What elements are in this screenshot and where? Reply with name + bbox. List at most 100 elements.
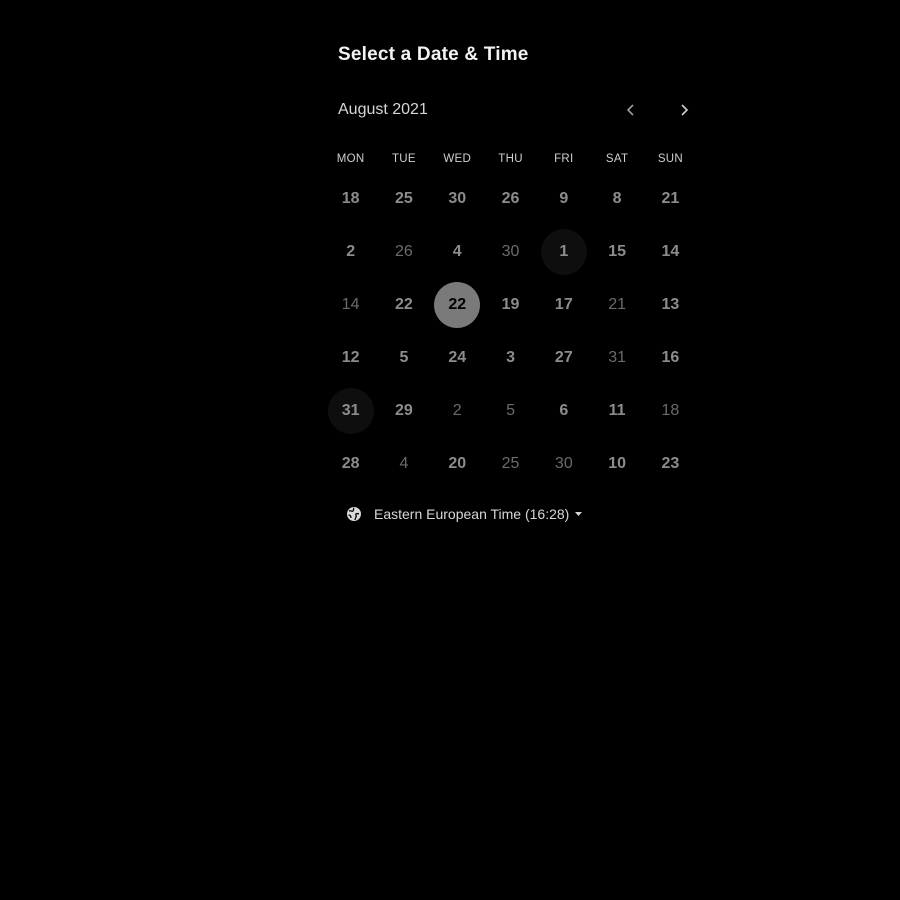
chevron-left-icon [626,104,634,116]
day-number: 15 [608,242,627,260]
day-number: 10 [608,454,627,472]
weekday-header: THU [498,153,523,165]
day-number: 29 [395,401,413,419]
day-cell[interactable]: 19 [484,278,537,331]
day-cell[interactable]: 6 [537,384,590,437]
day-number: 5 [399,348,409,366]
day-cell[interactable]: 26 [484,172,537,225]
day-cell[interactable]: 12 [324,331,377,384]
day-cell: 21 [590,278,643,331]
page-title: Select a Date & Time [338,44,529,65]
day-cell[interactable]: 21 [644,172,697,225]
day-number: 5 [506,401,515,419]
day-number: 31 [327,387,374,434]
day-cell[interactable]: 20 [431,437,484,490]
day-number: 4 [452,242,462,260]
weekday-header: TUE [391,153,416,165]
day-cell[interactable]: 2 [324,225,377,278]
day-number: 14 [661,242,680,260]
day-number: 25 [501,454,520,472]
day-cell[interactable]: 8 [590,172,643,225]
day-cell[interactable]: 10 [590,437,643,490]
day-number: 13 [661,295,680,313]
day-cell[interactable]: 23 [644,437,697,490]
day-number: 16 [661,348,680,366]
day-cell[interactable]: 22 [377,278,430,331]
day-number: 2 [452,401,462,419]
day-number: 12 [341,348,360,366]
day-number: 31 [608,348,627,366]
day-cell[interactable]: 24 [431,331,484,384]
weekday-header: SAT [605,153,629,165]
day-number: 14 [341,295,360,313]
day-number: 30 [448,189,467,207]
day-cell: 4 [377,437,430,490]
day-number: 24 [448,348,467,366]
day-cell[interactable]: 31 [324,384,377,437]
day-number: 26 [395,242,413,260]
scheduler-panel: Select a Date & Time August 2021 MON TUE… [324,0,704,900]
day-number: 6 [559,401,569,419]
day-cell: 31 [590,331,643,384]
day-number: 9 [559,189,569,207]
weekday-header: FRI [554,153,574,165]
globe-icon [347,507,361,521]
day-number: 3 [506,348,515,366]
day-number: 21 [608,295,627,313]
day-cell: 26 [377,225,430,278]
day-number: 21 [661,189,680,207]
day-number: 18 [661,401,680,419]
timezone-selector[interactable]: Eastern European Time (16:28) [346,506,583,522]
day-cell[interactable]: 28 [324,437,377,490]
day-number: 25 [395,189,413,207]
day-number: 28 [341,454,360,472]
day-cell[interactable]: 5 [377,331,430,384]
day-number: 8 [612,189,622,207]
day-number: 4 [399,454,409,472]
weekday-header: WED [443,153,472,165]
day-cell[interactable]: 3 [484,331,537,384]
day-number: 30 [554,454,573,472]
chevron-right-icon [681,104,689,116]
next-month-button[interactable] [670,96,698,124]
day-cell[interactable]: 18 [324,172,377,225]
day-cell[interactable]: 29 [377,384,430,437]
day-cell[interactable]: 15 [590,225,643,278]
day-number: 2 [346,242,356,260]
day-cell[interactable]: 1 [537,225,590,278]
day-cell[interactable]: 4 [431,225,484,278]
timezone-label: Eastern European Time (16:28) [374,506,570,522]
day-number: 23 [661,454,680,472]
day-cell[interactable]: 25 [377,172,430,225]
day-cell: 18 [644,384,697,437]
day-cell: 2 [431,384,484,437]
day-cell[interactable]: 30 [431,172,484,225]
day-cell[interactable]: 11 [590,384,643,437]
day-cell: 30 [537,437,590,490]
day-cell[interactable]: 9 [537,172,590,225]
day-cell[interactable]: 16 [644,331,697,384]
day-number: 20 [448,454,467,472]
day-cell[interactable]: 27 [537,331,590,384]
month-label: August 2021 [338,101,428,118]
day-cell: 30 [484,225,537,278]
day-number: 18 [341,189,360,207]
day-number: 22 [434,281,481,328]
calendar-grid: MON TUE WED THU FRI SAT SUN 18 25 30 26 9 8 21… [324,146,704,490]
day-number: 30 [501,242,520,260]
prev-month-button[interactable] [617,96,645,124]
day-cell[interactable]: 13 [644,278,697,331]
day-number: 22 [395,295,413,313]
day-number: 11 [608,401,626,419]
day-number: 27 [554,348,573,366]
day-cell[interactable]: 17 [537,278,590,331]
day-number: 19 [501,295,520,313]
day-cell: 14 [324,278,377,331]
selected-day-cell[interactable]: 22 [431,278,484,331]
day-cell[interactable]: 14 [644,225,697,278]
day-cell: 5 [484,384,537,437]
weekday-header: MON [336,153,365,165]
day-cell: 25 [484,437,537,490]
day-number: 26 [501,189,520,207]
caret-down-icon [575,512,583,516]
